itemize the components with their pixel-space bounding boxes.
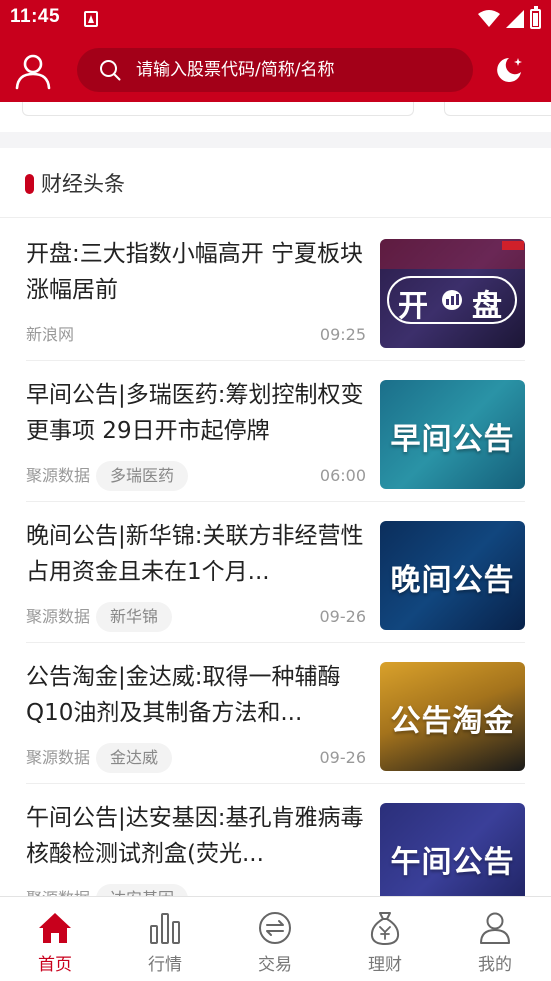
thumbnail-label-right: 盘 <box>472 289 502 324</box>
news-time: 09-26 <box>319 607 367 626</box>
nav-item-home[interactable]: 首页 <box>0 897 110 981</box>
stock-tag[interactable]: 达安基因 <box>96 884 189 896</box>
thumbnail-label: 早间公告 <box>390 422 515 457</box>
stock-tag[interactable]: 新华锦 <box>96 602 173 632</box>
night-mode-icon[interactable] <box>493 54 525 86</box>
news-title[interactable]: 早间公告|多瑞医药:筹划控制权变更事项 29日开市起停牌 <box>26 377 366 449</box>
stock-tag[interactable]: 金达威 <box>96 743 173 773</box>
news-title[interactable]: 午间公告|达安基因:基孔肯雅病毒核酸检测试剂盒(荧光... <box>26 800 366 872</box>
news-item[interactable]: 晚间公告|新华锦:关联方非经营性占用资金且未在1个月... 聚源数据 新华锦 0… <box>0 502 551 643</box>
carousel-remainder <box>0 102 551 132</box>
nav-label: 行情 <box>148 955 182 975</box>
signal-icon <box>506 10 524 28</box>
notification-icon <box>84 11 98 27</box>
news-source: 聚源数据 <box>26 888 90 896</box>
user-icon[interactable] <box>14 52 52 90</box>
trade-exchange-icon <box>259 912 291 944</box>
nav-label: 我的 <box>478 955 512 975</box>
news-source: 聚源数据 <box>26 466 91 485</box>
nav-label: 理财 <box>368 955 402 975</box>
news-source: 新浪网 <box>26 325 75 344</box>
news-item[interactable]: 早间公告|多瑞医药:筹划控制权变更事项 29日开市起停牌 聚源数据 多瑞医药 0… <box>0 361 551 502</box>
thumbnail-label-left: 开 <box>398 289 428 324</box>
search-icon <box>100 60 121 81</box>
news-source: 聚源数据 <box>26 607 91 626</box>
status-icons <box>478 6 541 31</box>
money-bag-icon <box>370 912 400 945</box>
thumbnail-label: 晚间公告 <box>390 563 515 598</box>
search-input[interactable]: 请输入股票代码/简称/名称 <box>77 48 473 92</box>
thumbnail-label: 午间公告 <box>390 845 515 880</box>
partial-card[interactable] <box>444 102 551 116</box>
profile-icon <box>480 912 510 944</box>
bottom-nav: 首页 行情 交易 理财 我的 <box>0 896 551 981</box>
nav-item-profile[interactable]: 我的 <box>440 897 550 981</box>
section-gap <box>0 132 551 148</box>
news-time: 09:25 <box>319 325 366 344</box>
news-time: 09-26 <box>319 748 367 767</box>
news-thumbnail[interactable]: 开 盘 <box>380 239 525 348</box>
news-title[interactable]: 公告淘金|金达威:取得一种辅酶Q10油剂及其制备方法和... <box>26 659 366 731</box>
section-title: 财经头条 <box>41 172 125 196</box>
news-source: 聚源数据 <box>26 748 91 767</box>
news-thumbnail[interactable]: 午间公告 <box>380 803 525 896</box>
news-thumbnail[interactable]: 公告淘金 <box>380 662 525 771</box>
status-bar: 11:45 <box>0 0 551 38</box>
news-thumbnail[interactable]: 晚间公告 <box>380 521 525 630</box>
news-title[interactable]: 开盘:三大指数小幅高开 宁夏板块涨幅居前 <box>26 236 366 308</box>
news-thumbnail[interactable]: 早间公告 <box>380 380 525 489</box>
search-placeholder: 请输入股票代码/简称/名称 <box>136 60 335 80</box>
top-app-bar: 请输入股票代码/简称/名称 <box>0 38 551 102</box>
news-title[interactable]: 晚间公告|新华锦:关联方非经营性占用资金且未在1个月... <box>26 518 366 590</box>
news-item[interactable]: 公告淘金|金达威:取得一种辅酶Q10油剂及其制备方法和... 聚源数据 金达威 … <box>0 643 551 784</box>
home-icon <box>39 913 71 943</box>
news-item[interactable]: 开盘:三大指数小幅高开 宁夏板块涨幅居前 新浪网 09:25 开 盘 <box>0 220 551 361</box>
nav-item-market[interactable]: 行情 <box>110 897 220 981</box>
nav-label: 交易 <box>258 955 292 975</box>
nav-item-trade[interactable]: 交易 <box>220 897 330 981</box>
nav-label: 首页 <box>38 955 72 975</box>
thumbnail-label: 公告淘金 <box>390 704 515 739</box>
section-marker <box>25 174 34 194</box>
stock-tag[interactable]: 多瑞医药 <box>96 461 189 491</box>
status-time: 11:45 <box>10 6 61 27</box>
news-item[interactable]: 午间公告|达安基因:基孔肯雅病毒核酸检测试剂盒(荧光... 聚源数据 达安基因 … <box>0 784 551 896</box>
section-header: 财经头条 <box>0 148 551 218</box>
market-chart-icon <box>150 913 180 944</box>
news-list[interactable]: 开盘:三大指数小幅高开 宁夏板块涨幅居前 新浪网 09:25 开 盘 早间公告|… <box>0 220 551 896</box>
nav-item-wealth[interactable]: 理财 <box>330 897 440 981</box>
battery-icon <box>530 6 541 29</box>
partial-card[interactable] <box>22 102 414 116</box>
wifi-icon <box>478 10 500 27</box>
news-time: 06:00 <box>319 466 366 485</box>
